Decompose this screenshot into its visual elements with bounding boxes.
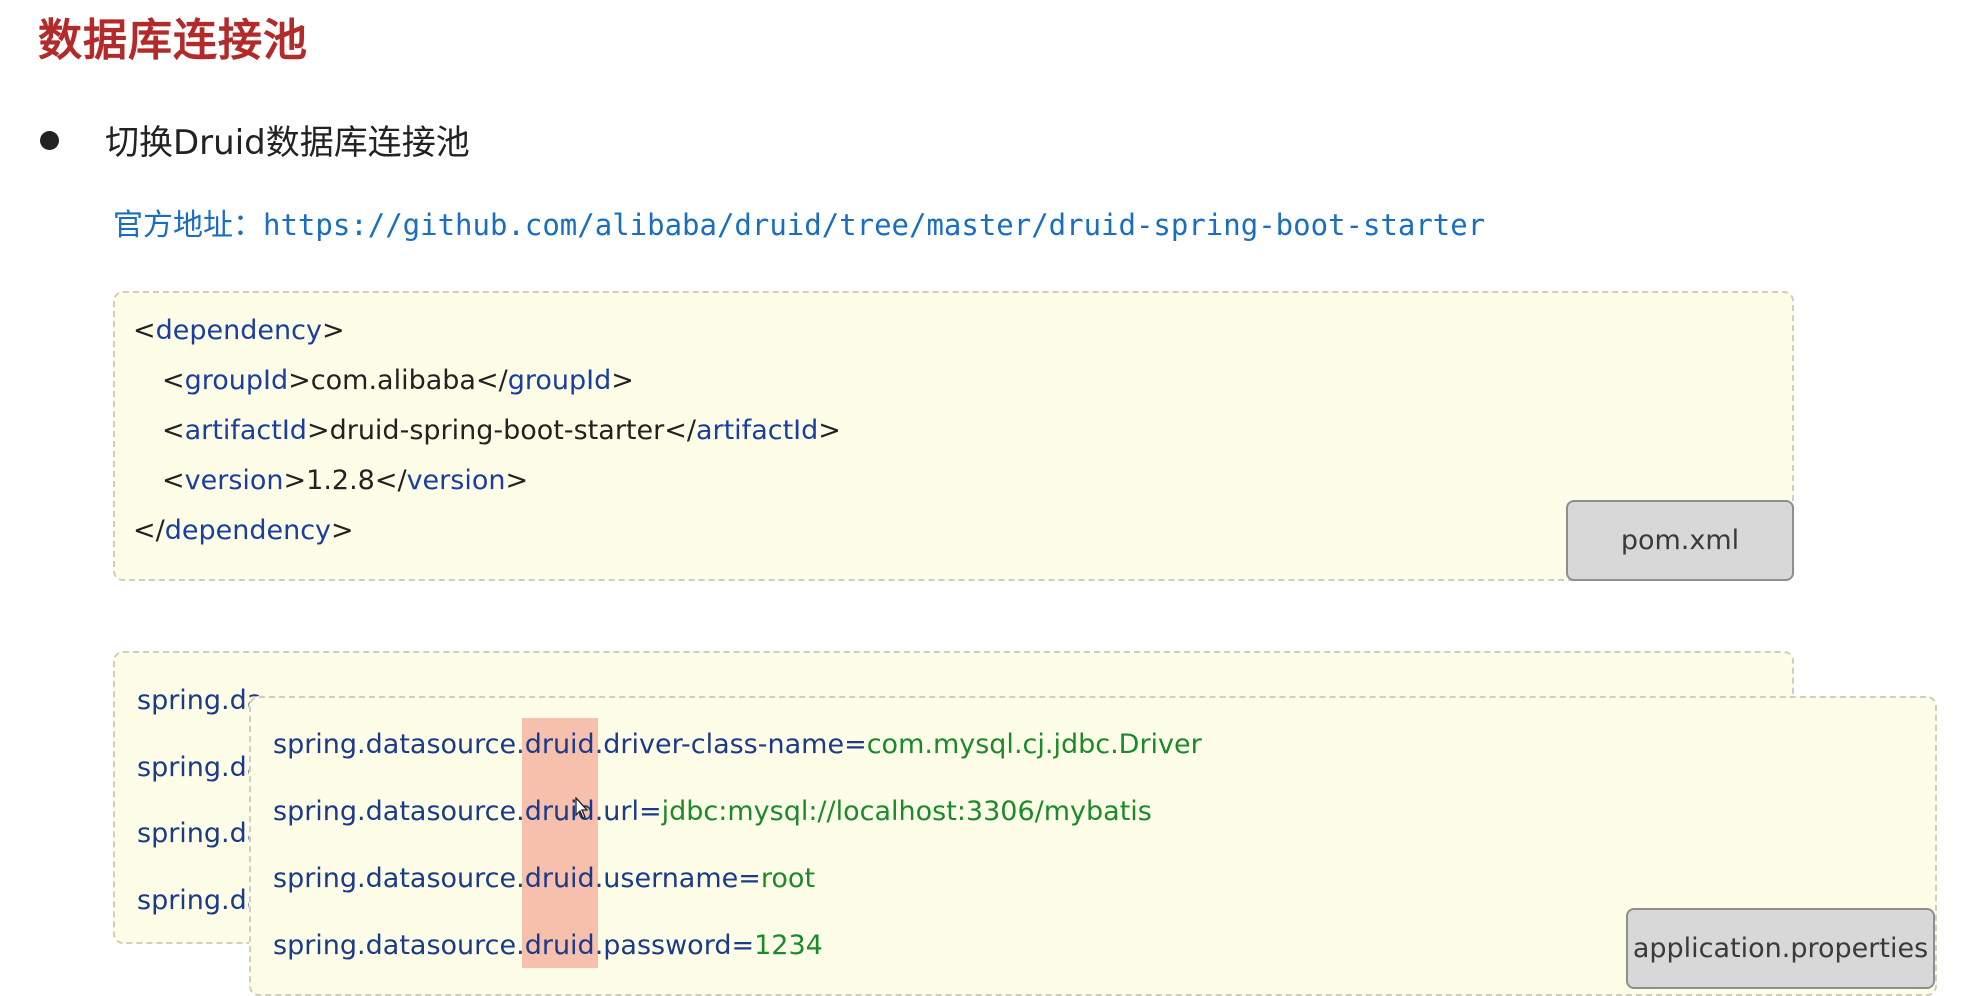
prop-line-password: spring.datasource.druid.password=1234	[273, 930, 823, 961]
prop-prefix: spring.datasource.	[273, 930, 525, 961]
official-address-label: 官方地址：	[113, 208, 263, 243]
properties-filename-tab: application.properties	[1626, 908, 1935, 989]
code-line-groupid: <groupId>com.alibaba</groupId>	[162, 365, 634, 396]
xml-tag: artifactId	[695, 415, 819, 446]
xml-tag: dependency	[155, 315, 322, 346]
xml-tag: dependency	[164, 515, 332, 546]
code-line-artifactid: <artifactId>druid-spring-boot-starter</a…	[162, 415, 841, 446]
xml-value: druid-spring-boot-starter	[329, 415, 665, 446]
prop-value: jdbc:mysql://localhost:3306/mybatis	[661, 796, 1152, 827]
xml-tag: groupId	[184, 365, 289, 396]
pom-filename-tab: pom.xml	[1566, 500, 1794, 581]
prop-value: com.mysql.cj.jdbc.Driver	[866, 729, 1202, 760]
xml-tag: artifactId	[184, 415, 307, 446]
prop-druid: druid.	[524, 863, 604, 894]
prop-value: root	[760, 863, 816, 894]
prop-prefix: spring.datasource.	[273, 863, 525, 894]
bullet-heading: 切换Druid数据库连接池	[105, 123, 470, 163]
prop-prefix: spring.datasource.	[273, 729, 525, 760]
xml-value: 1.2.8	[306, 465, 375, 496]
code-line-dependency-close: </dependency>	[133, 515, 354, 546]
prop-key: password	[603, 930, 732, 961]
bullet-dot	[40, 131, 59, 150]
official-address: 官方地址：https://github.com/alibaba/druid/tr…	[113, 200, 1485, 244]
xml-tag: version	[184, 465, 284, 496]
xml-tag: groupId	[507, 365, 612, 396]
prop-druid: druid.	[524, 796, 604, 827]
back-line-3: spring.da	[137, 818, 264, 849]
prop-druid: druid.	[524, 729, 604, 760]
back-line-1: spring.da	[137, 685, 264, 716]
back-line-2: spring.da	[137, 752, 264, 783]
code-line-version: <version>1.2.8</version>	[162, 465, 529, 496]
prop-line-driver: spring.datasource.druid.driver-class-nam…	[273, 729, 1202, 760]
mouse-cursor-icon	[575, 797, 588, 819]
prop-druid: druid.	[524, 930, 604, 961]
xml-value: com.alibaba	[310, 365, 476, 396]
prop-line-url: spring.datasource.druid.url=jdbc:mysql:/…	[273, 796, 1152, 827]
page-title: 数据库连接池	[38, 15, 308, 66]
prop-prefix: spring.datasource.	[273, 796, 525, 827]
prop-key: url	[603, 796, 639, 827]
code-line-dependency-open: <dependency>	[133, 315, 345, 346]
prop-key: driver-class-name	[603, 729, 845, 760]
prop-line-username: spring.datasource.druid.username=root	[273, 863, 816, 894]
prop-value: 1234	[754, 930, 823, 961]
back-line-4: spring.da	[137, 885, 264, 916]
xml-tag: version	[406, 465, 506, 496]
official-address-link[interactable]: https://github.com/alibaba/druid/tree/ma…	[263, 208, 1485, 242]
prop-key: username	[603, 863, 739, 894]
